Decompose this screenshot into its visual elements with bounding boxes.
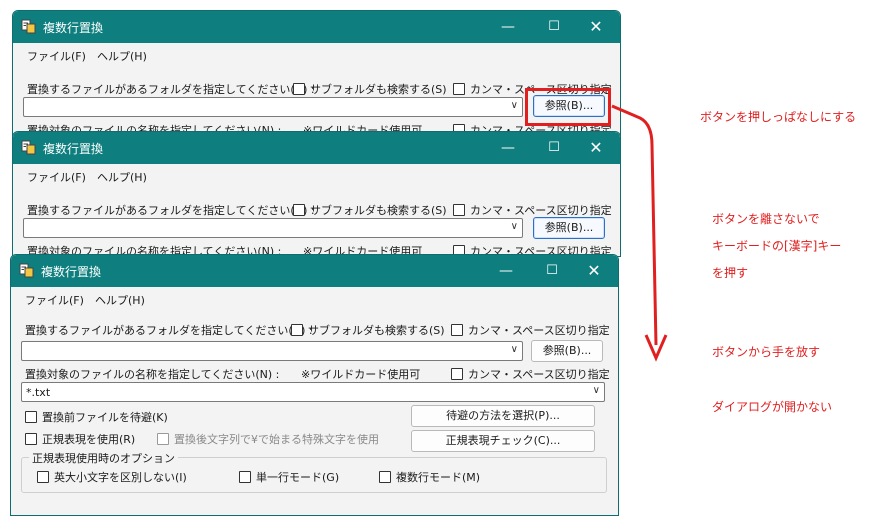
- annotation-step2-line1: ボタンを離さないで: [712, 212, 820, 226]
- annotation-step4: ダイアログが開かない: [712, 400, 833, 414]
- annotation-step2-line3: を押す: [712, 266, 749, 280]
- annotation-step3: ボタンから手を放す: [712, 345, 821, 359]
- annotation-step1: ボタンを押しっぱなしにする: [700, 110, 857, 124]
- annotation-step2-line2: キーボードの[漢字]キー: [712, 239, 842, 253]
- browse-button-highlight: [525, 88, 611, 126]
